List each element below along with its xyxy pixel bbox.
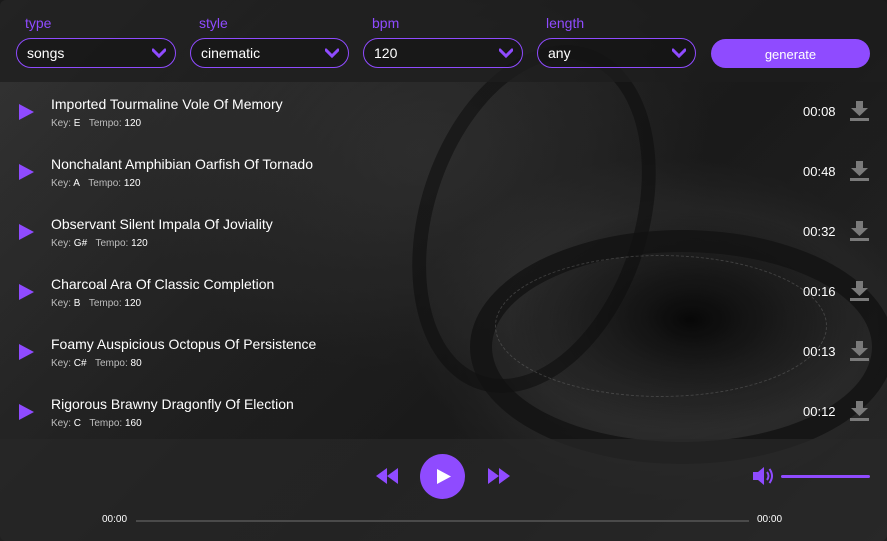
track-duration: 00:08 (803, 104, 836, 119)
tempo-label: Tempo: (88, 298, 122, 309)
play-icon[interactable] (18, 284, 34, 300)
length-value: any (548, 45, 571, 61)
track-meta: Key: C Tempo: 160 (51, 418, 142, 429)
tempo-label: Tempo: (89, 418, 123, 429)
track-meta: Key: C# Tempo: 80 (51, 358, 142, 369)
download-icon[interactable] (850, 281, 869, 301)
track-key: G# (73, 238, 88, 249)
track-duration: 00:13 (803, 344, 836, 359)
type-label: type (25, 15, 52, 31)
track-duration: 00:48 (803, 164, 836, 179)
current-time: 00:00 (102, 514, 128, 525)
track-tempo: 120 (123, 178, 141, 189)
key-label: Key: (51, 298, 72, 309)
play-icon[interactable] (18, 224, 34, 240)
track-duration: 00:16 (803, 284, 836, 299)
track-key: C# (73, 358, 87, 369)
play-icon[interactable] (18, 104, 34, 120)
play-button[interactable] (420, 454, 465, 499)
download-icon[interactable] (850, 401, 869, 421)
chevron-down-icon (499, 48, 513, 59)
tempo-label: Tempo: (88, 118, 122, 129)
bpm-label: bpm (372, 15, 400, 31)
track-meta: Key: A Tempo: 120 (51, 178, 141, 189)
style-label: style (199, 15, 228, 31)
track-title: Charcoal Ara Of Classic Completion (51, 276, 275, 292)
chevron-down-icon (672, 48, 686, 59)
key-label: Key: (51, 418, 72, 429)
track-row[interactable]: Observant Silent Impala Of Joviality Key… (0, 202, 887, 262)
play-icon (437, 469, 451, 484)
track-key: B (73, 298, 81, 309)
bpm-value: 120 (374, 45, 398, 61)
track-title: Foamy Auspicious Octopus Of Persistence (51, 336, 317, 352)
download-icon[interactable] (850, 161, 869, 181)
tempo-label: Tempo: (94, 358, 128, 369)
track-row[interactable]: Rigorous Brawny Dragonfly Of Election Ke… (0, 382, 887, 442)
key-label: Key: (51, 358, 72, 369)
tempo-label: Tempo: (88, 178, 122, 189)
track-tempo: 120 (124, 298, 142, 309)
volume-icon[interactable] (753, 466, 775, 486)
track-tempo: 120 (131, 238, 148, 249)
type-select[interactable]: songs (16, 38, 176, 68)
rewind-icon[interactable] (376, 468, 398, 484)
style-value: cinematic (201, 45, 261, 61)
key-label: Key: (51, 178, 72, 189)
track-key: A (73, 178, 80, 189)
track-title: Rigorous Brawny Dragonfly Of Election (51, 396, 294, 412)
track-row[interactable]: Foamy Auspicious Octopus Of Persistence … (0, 322, 887, 382)
play-icon[interactable] (18, 344, 34, 360)
download-icon[interactable] (850, 221, 869, 241)
track-tempo: 80 (130, 358, 142, 369)
track-tempo: 160 (124, 418, 142, 429)
style-select[interactable]: cinematic (190, 38, 349, 68)
track-title: Nonchalant Amphibian Oarfish Of Tornado (51, 156, 314, 172)
volume-slider[interactable] (781, 475, 870, 478)
track-duration: 00:12 (803, 404, 836, 419)
track-row[interactable]: Nonchalant Amphibian Oarfish Of Tornado … (0, 142, 887, 202)
track-key: C (73, 418, 82, 429)
track-title: Observant Silent Impala Of Joviality (51, 216, 273, 232)
key-label: Key: (51, 118, 72, 129)
total-time: 00:00 (757, 514, 783, 525)
track-duration: 00:32 (803, 224, 836, 239)
key-label: Key: (51, 238, 72, 249)
type-value: songs (27, 45, 65, 61)
tempo-label: Tempo: (95, 238, 129, 249)
length-label: length (546, 15, 585, 31)
play-icon[interactable] (18, 164, 34, 180)
generate-button[interactable]: generate (711, 39, 870, 68)
play-icon[interactable] (18, 404, 34, 420)
track-title: Imported Tourmaline Vole Of Memory (51, 96, 283, 112)
bpm-select[interactable]: 120 (363, 38, 523, 68)
download-icon[interactable] (850, 101, 869, 121)
download-icon[interactable] (850, 341, 869, 361)
chevron-down-icon (152, 48, 166, 59)
track-key: E (73, 118, 81, 129)
track-tempo: 120 (124, 118, 142, 129)
track-meta: Key: E Tempo: 120 (51, 118, 141, 129)
track-row[interactable]: Charcoal Ara Of Classic Completion Key: … (0, 262, 887, 322)
player-bar: 00:00 00:00 (0, 439, 887, 541)
track-row[interactable]: Imported Tourmaline Vole Of Memory Key: … (0, 82, 887, 142)
length-select[interactable]: any (537, 38, 696, 68)
track-list: Imported Tourmaline Vole Of Memory Key: … (0, 82, 887, 439)
track-meta: Key: B Tempo: 120 (51, 298, 141, 309)
filter-bar: type songs style cinematic bpm 120 lengt… (0, 0, 887, 82)
chevron-down-icon (325, 48, 339, 59)
progress-bar[interactable] (136, 520, 749, 522)
fast-forward-icon[interactable] (488, 468, 510, 484)
track-meta: Key: G# Tempo: 120 (51, 238, 148, 249)
